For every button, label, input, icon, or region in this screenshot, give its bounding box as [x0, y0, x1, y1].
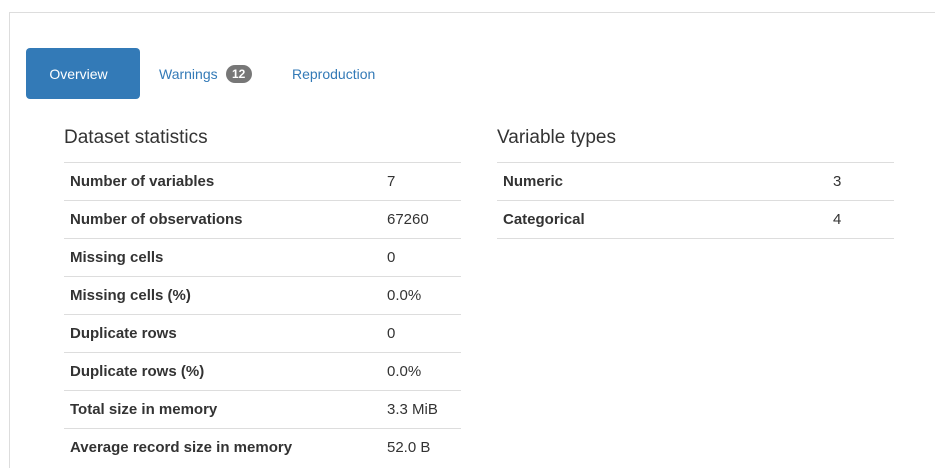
stat-label: Missing cells (%) — [64, 276, 380, 315]
stat-value: 0 — [380, 238, 461, 277]
type-value: 4 — [828, 200, 894, 239]
variable-types-title: Variable types — [497, 127, 616, 148]
stat-label: Number of variables — [64, 162, 380, 201]
stat-value: 52.0 B — [380, 428, 461, 467]
table-row: Number of observations 67260 — [64, 200, 461, 239]
stat-value: 0.0% — [380, 276, 461, 315]
stat-label: Duplicate rows — [64, 314, 380, 353]
dataset-statistics-table: Number of variables 7 Number of observat… — [64, 162, 461, 467]
table-row: Total size in memory 3.3 MiB — [64, 390, 461, 429]
stat-value: 0.0% — [380, 352, 461, 391]
stat-value: 7 — [380, 162, 461, 201]
stat-label: Total size in memory — [64, 390, 380, 429]
table-row: Categorical 4 — [497, 200, 894, 239]
table-row: Number of variables 7 — [64, 162, 461, 201]
tab-bar: Overview Warnings 12 Reproduction — [26, 48, 412, 99]
warnings-count-badge: 12 — [225, 64, 252, 83]
type-label: Categorical — [497, 200, 828, 239]
tab-reproduction[interactable]: Reproduction — [292, 48, 412, 99]
stat-label: Number of observations — [64, 200, 380, 239]
stat-label: Duplicate rows (%) — [64, 352, 380, 391]
table-row: Duplicate rows (%) 0.0% — [64, 352, 461, 391]
type-value: 3 — [828, 162, 894, 201]
table-row: Missing cells 0 — [64, 238, 461, 277]
tab-warnings[interactable]: Warnings 12 — [140, 48, 292, 99]
stat-label: Average record size in memory — [64, 428, 380, 467]
variable-types-table: Numeric 3 Categorical 4 — [497, 162, 894, 239]
stat-value: 0 — [380, 314, 461, 353]
stat-value: 3.3 MiB — [380, 390, 461, 429]
table-row: Average record size in memory 52.0 B — [64, 428, 461, 467]
table-row: Numeric 3 — [497, 162, 894, 201]
stat-value: 67260 — [380, 200, 461, 239]
tab-overview-label: Overview — [49, 65, 108, 82]
table-row: Duplicate rows 0 — [64, 314, 461, 353]
type-label: Numeric — [497, 162, 828, 201]
stat-label: Missing cells — [64, 238, 380, 277]
tab-overview[interactable]: Overview — [26, 48, 140, 99]
tab-reproduction-label: Reproduction — [292, 65, 376, 82]
tab-warnings-label: Warnings — [159, 65, 218, 82]
table-row: Missing cells (%) 0.0% — [64, 276, 461, 315]
report-page: Overview Warnings 12 Reproduction Datase… — [0, 0, 935, 468]
dataset-statistics-title: Dataset statistics — [64, 127, 208, 148]
